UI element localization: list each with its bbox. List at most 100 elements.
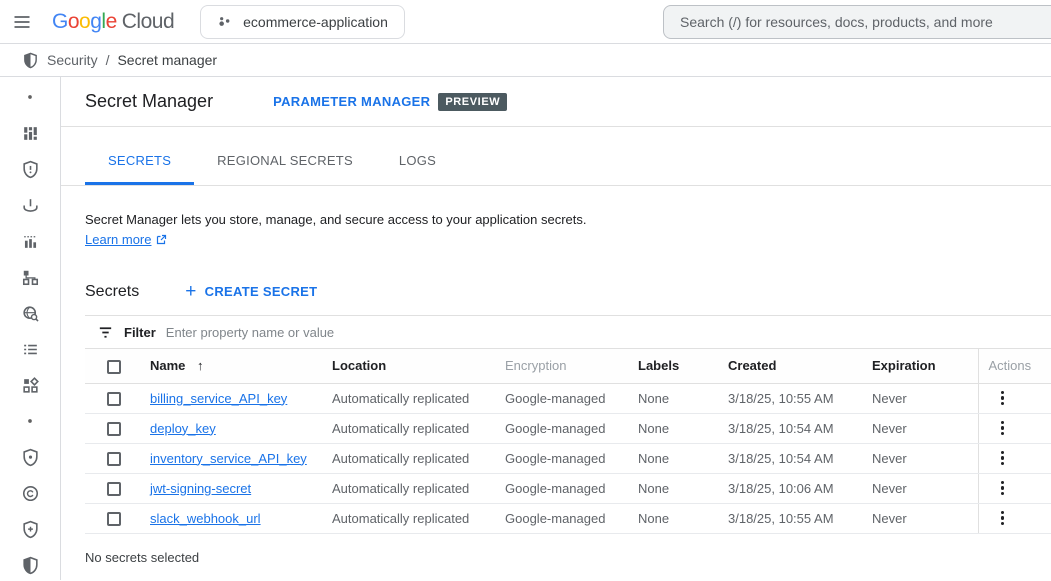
learn-more-link[interactable]: Learn more: [85, 230, 167, 250]
column-header-location: Location: [332, 349, 505, 383]
expiration-cell: Never: [872, 443, 978, 473]
row-checkbox[interactable]: [107, 392, 121, 406]
findings-list-icon[interactable]: [12, 339, 48, 359]
labels-cell: None: [638, 413, 728, 443]
encryption-cell: Google-managed: [505, 383, 638, 413]
apps-quilt-icon[interactable]: [12, 375, 48, 395]
project-selector[interactable]: ecommerce-application: [200, 5, 405, 39]
risk-overview-icon[interactable]: [12, 123, 48, 143]
created-cell: 3/18/25, 10:55 AM: [728, 383, 872, 413]
secret-name-link[interactable]: billing_service_API_key: [150, 391, 287, 406]
shield-alert-icon[interactable]: [12, 159, 48, 179]
globe-search-icon[interactable]: [12, 303, 48, 323]
table-header-row: Name ↑ Location Encryption Labels Create…: [85, 349, 1051, 383]
org-hierarchy-icon[interactable]: [12, 267, 48, 287]
create-secret-button[interactable]: + CREATE SECRET: [185, 282, 317, 301]
tab-bar: SECRETS REGIONAL SECRETS LOGS: [61, 127, 1051, 186]
created-cell: 3/18/25, 10:06 AM: [728, 473, 872, 503]
column-header-name[interactable]: Name ↑: [150, 349, 332, 383]
search-bar[interactable]: [663, 5, 1051, 39]
expiration-cell: Never: [872, 503, 978, 533]
row-actions-menu-icon[interactable]: [997, 447, 1009, 470]
parameter-manager-link[interactable]: PARAMETER MANAGER: [273, 94, 430, 109]
top-bar: Google Cloud ecommerce-application: [0, 0, 1051, 44]
tab-logs[interactable]: LOGS: [376, 139, 459, 185]
location-cell: Automatically replicated: [332, 383, 505, 413]
row-checkbox[interactable]: [107, 482, 121, 496]
row-checkbox[interactable]: [107, 422, 121, 436]
row-actions-menu-icon[interactable]: [997, 417, 1009, 440]
location-cell: Automatically replicated: [332, 413, 505, 443]
sort-ascending-icon: ↑: [197, 358, 204, 373]
location-cell: Automatically replicated: [332, 503, 505, 533]
secret-manager-shield-icon[interactable]: [12, 555, 48, 575]
table-row: billing_service_API_key Automatically re…: [85, 383, 1051, 413]
row-actions-menu-icon[interactable]: [997, 477, 1009, 500]
external-link-icon: [155, 234, 167, 246]
secrets-section-heading: Secrets: [85, 283, 139, 301]
table-row: deploy_key Automatically replicated Goog…: [85, 413, 1051, 443]
labels-cell: None: [638, 443, 728, 473]
secrets-table: Name ↑ Location Encryption Labels Create…: [85, 349, 1051, 534]
select-all-checkbox[interactable]: [107, 360, 121, 374]
filter-input[interactable]: [166, 325, 1051, 340]
location-cell: Automatically replicated: [332, 443, 505, 473]
secret-name-link[interactable]: deploy_key: [150, 421, 216, 436]
expiration-cell: Never: [872, 383, 978, 413]
table-row: slack_webhook_url Automatically replicat…: [85, 503, 1051, 533]
filter-bar[interactable]: Filter: [85, 315, 1051, 349]
created-cell: 3/18/25, 10:54 AM: [728, 443, 872, 473]
bar-chart-icon[interactable]: [12, 231, 48, 251]
breadcrumb-security-link[interactable]: Security: [47, 52, 98, 68]
row-actions-menu-icon[interactable]: [997, 387, 1009, 410]
created-cell: 3/18/25, 10:55 AM: [728, 503, 872, 533]
logo-google-text: Google: [52, 10, 117, 34]
page-title: Secret Manager: [85, 91, 213, 112]
row-checkbox[interactable]: [107, 512, 121, 526]
google-cloud-logo[interactable]: Google Cloud: [52, 10, 174, 34]
compliance-icon[interactable]: [12, 483, 48, 503]
section-dot-icon: [12, 87, 48, 107]
encryption-cell: Google-managed: [505, 503, 638, 533]
inbox-import-icon[interactable]: [12, 195, 48, 215]
tab-regional-secrets[interactable]: REGIONAL SECRETS: [194, 139, 376, 185]
column-header-actions: Actions: [978, 349, 1051, 383]
column-header-encryption: Encryption: [505, 349, 638, 383]
labels-cell: None: [638, 503, 728, 533]
breadcrumb-separator: /: [106, 52, 110, 68]
shield-check-icon[interactable]: [12, 447, 48, 467]
tab-secrets[interactable]: SECRETS: [85, 139, 194, 185]
labels-cell: None: [638, 383, 728, 413]
preview-badge: PREVIEW: [438, 93, 507, 111]
secret-name-link[interactable]: inventory_service_API_key: [150, 451, 307, 466]
encryption-cell: Google-managed: [505, 473, 638, 503]
shield-plus-icon[interactable]: [12, 519, 48, 539]
main-content: Secret Manager PARAMETER MANAGER PREVIEW…: [61, 77, 1051, 580]
search-input[interactable]: [680, 14, 1051, 30]
logo-cloud-text: Cloud: [122, 10, 174, 34]
secret-name-link[interactable]: slack_webhook_url: [150, 511, 261, 526]
breadcrumb: Security / Secret manager: [0, 44, 1051, 77]
secret-name-link[interactable]: jwt-signing-secret: [150, 481, 251, 496]
filter-label: Filter: [124, 325, 156, 340]
security-shield-icon: [22, 52, 39, 69]
location-cell: Automatically replicated: [332, 473, 505, 503]
filter-icon: [97, 324, 114, 341]
row-checkbox[interactable]: [107, 452, 121, 466]
created-cell: 3/18/25, 10:54 AM: [728, 413, 872, 443]
description-text: Secret Manager lets you store, manage, a…: [85, 212, 586, 227]
labels-cell: None: [638, 473, 728, 503]
table-row: jwt-signing-secret Automatically replica…: [85, 473, 1051, 503]
encryption-cell: Google-managed: [505, 443, 638, 473]
expiration-cell: Never: [872, 473, 978, 503]
section-dot-icon: [12, 411, 48, 431]
plus-icon: +: [185, 282, 196, 301]
menu-icon[interactable]: [0, 0, 44, 44]
encryption-cell: Google-managed: [505, 413, 638, 443]
selection-status-text: No secrets selected: [85, 550, 1051, 565]
row-actions-menu-icon[interactable]: [997, 507, 1009, 530]
security-sidebar: [0, 77, 61, 580]
column-header-expiration: Expiration: [872, 349, 978, 383]
project-name: ecommerce-application: [243, 14, 388, 30]
expiration-cell: Never: [872, 413, 978, 443]
